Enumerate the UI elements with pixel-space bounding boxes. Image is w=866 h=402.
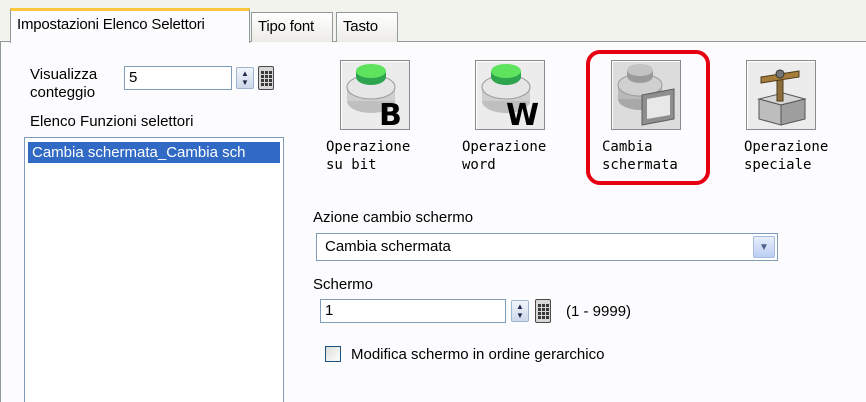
screen-number-input[interactable]: 1 — [320, 299, 506, 323]
word-operation-button[interactable]: W — [475, 60, 545, 133]
special-operation-button[interactable] — [746, 60, 816, 130]
svg-text:W: W — [506, 98, 539, 129]
tab-label: Impostazioni Elenco Selettori — [17, 16, 205, 33]
selector-functions-list[interactable]: Cambia schermata_Cambia sch — [24, 137, 284, 402]
count-spinner[interactable]: ▲ ▼ — [236, 67, 254, 89]
spin-down-icon: ▼ — [516, 311, 524, 320]
tab-label: Tasto — [343, 18, 378, 35]
screen-keypad-button[interactable] — [535, 299, 551, 323]
word-operation-label: Operazione word — [462, 139, 547, 173]
action-select[interactable]: Cambia schermata ▼ — [316, 233, 778, 261]
list-label: Elenco Funzioni selettori — [30, 113, 194, 130]
spin-down-icon: ▼ — [241, 78, 249, 87]
tab-tasto[interactable]: Tasto — [336, 12, 398, 42]
action-label: Azione cambio schermo — [313, 209, 474, 226]
screen-spinner[interactable]: ▲ ▼ — [511, 300, 529, 322]
screen-label: Schermo — [313, 276, 374, 293]
tab-tipo-font[interactable]: Tipo font — [251, 12, 333, 42]
svg-text:B: B — [379, 98, 402, 129]
bit-operation-label: Operazione su bit — [326, 139, 411, 173]
count-keypad-button[interactable] — [258, 66, 274, 90]
count-label-line1: Visualizza — [30, 66, 98, 83]
change-screen-label: Cambia schermata — [602, 139, 678, 173]
list-item[interactable]: Cambia schermata_Cambia sch — [28, 142, 280, 163]
word-operation-icon: W — [481, 64, 539, 133]
tab-label: Tipo font — [258, 18, 315, 35]
hierarchy-checkbox[interactable] — [325, 346, 341, 362]
special-operation-label: Operazione speciale — [744, 139, 829, 173]
spin-up-icon: ▲ — [516, 302, 524, 311]
count-label-line2: conteggio — [30, 84, 96, 101]
count-input[interactable]: 5 — [124, 66, 232, 90]
chevron-down-icon[interactable]: ▼ — [753, 236, 775, 258]
hierarchy-checkbox-label: Modifica schermo in ordine gerarchico — [351, 346, 605, 363]
action-select-value: Cambia schermata — [325, 238, 451, 255]
tab-strip: Impostazioni Elenco Selettori Tipo font … — [0, 0, 866, 43]
tab-impostazioni-elenco-selettori[interactable]: Impostazioni Elenco Selettori — [10, 8, 250, 43]
bit-operation-icon: B — [346, 64, 402, 133]
screen-range-text: (1 - 9999) — [566, 303, 632, 320]
bit-operation-button[interactable]: B — [340, 60, 410, 133]
special-operation-icon — [757, 69, 807, 126]
spin-up-icon: ▲ — [241, 69, 249, 78]
